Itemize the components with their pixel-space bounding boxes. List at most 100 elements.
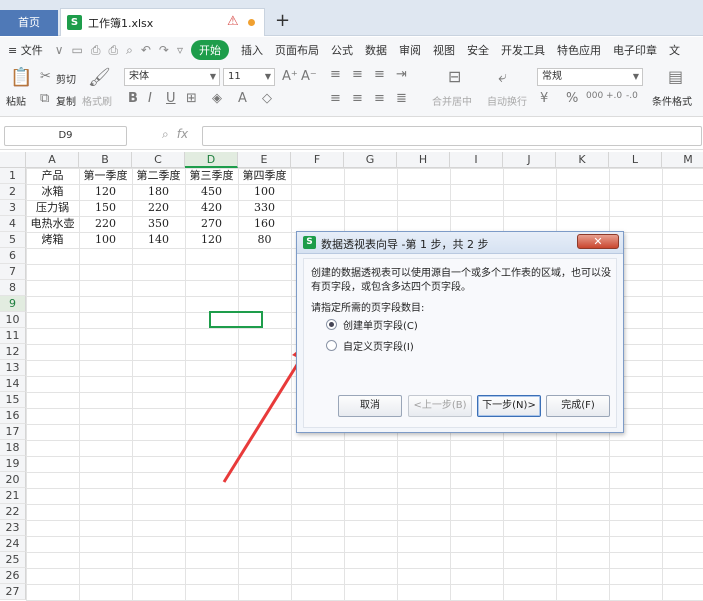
format-painter-icon[interactable]: 🖌 xyxy=(88,67,111,88)
bold-icon[interactable]: B xyxy=(128,91,138,106)
column-header-d[interactable]: D xyxy=(185,152,238,168)
name-box[interactable]: D9 xyxy=(4,126,127,146)
radio-custom-page-field[interactable]: 自定义页字段(I) xyxy=(326,338,414,353)
align-middle-icon[interactable]: ≡ xyxy=(352,67,363,82)
finish-button[interactable]: 完成(F) xyxy=(546,395,610,417)
cancel-button[interactable]: 取消 xyxy=(338,395,402,417)
menu-data[interactable]: 数据 xyxy=(365,42,387,58)
conditional-format-button[interactable]: 条件格式 xyxy=(652,93,692,108)
column-header-m[interactable]: M xyxy=(662,152,703,168)
increase-decimal-icon[interactable]: +.0 xyxy=(606,91,622,101)
merge-center-button[interactable]: 合并居中 xyxy=(432,93,472,108)
row-header-16[interactable]: 16 xyxy=(0,408,26,424)
menu-formulas[interactable]: 公式 xyxy=(331,42,353,58)
formula-input[interactable] xyxy=(202,126,702,146)
column-header-a[interactable]: A xyxy=(26,152,79,168)
align-center-icon[interactable]: ≡ xyxy=(352,91,363,106)
row-header-7[interactable]: 7 xyxy=(0,264,26,280)
column-header-i[interactable]: I xyxy=(450,152,503,168)
row-header-11[interactable]: 11 xyxy=(0,328,26,344)
print-icon[interactable]: ⎙ xyxy=(108,43,118,58)
row-header-13[interactable]: 13 xyxy=(0,360,26,376)
save-icon[interactable]: ▭ xyxy=(72,43,83,57)
active-cell-d9[interactable] xyxy=(209,311,263,328)
radio-selected-icon[interactable] xyxy=(326,319,337,330)
menu-view[interactable]: 视图 xyxy=(433,42,455,58)
dialog-title-bar[interactable]: S 数据透视表向导 -第 1 步，共 2 步 ✕ xyxy=(297,232,623,254)
fill-color-icon[interactable]: ◈ xyxy=(212,91,222,106)
scissors-icon[interactable]: ✂ xyxy=(40,69,51,84)
cell-c3[interactable]: 220 xyxy=(132,200,185,216)
row-header-15[interactable]: 15 xyxy=(0,392,26,408)
italic-icon[interactable]: I xyxy=(148,91,152,106)
select-all-corner[interactable] xyxy=(0,152,26,168)
column-header-g[interactable]: G xyxy=(344,152,397,168)
more-icon[interactable]: ▿ xyxy=(177,43,183,57)
percent-icon[interactable]: % xyxy=(566,91,578,106)
font-size-select[interactable]: 11 ▼ xyxy=(223,68,275,86)
next-button[interactable]: 下一步(N)> xyxy=(477,395,541,417)
cell-e3[interactable]: 330 xyxy=(238,200,291,216)
menu-e-seal[interactable]: 电子印章 xyxy=(613,42,657,58)
cell-d2[interactable]: 450 xyxy=(185,184,238,200)
number-format-select[interactable]: 常规 ▼ xyxy=(537,68,643,86)
wrap-text-button[interactable]: 自动换行 xyxy=(487,93,527,108)
row-header-4[interactable]: 4 xyxy=(0,216,26,232)
undo-icon[interactable]: ↶ xyxy=(141,43,151,57)
merge-icon[interactable]: ⊟ xyxy=(448,67,461,86)
align-top-icon[interactable]: ≡ xyxy=(330,67,341,82)
row-header-19[interactable]: 19 xyxy=(0,456,26,472)
menu-review[interactable]: 审阅 xyxy=(399,42,421,58)
row-header-25[interactable]: 25 xyxy=(0,552,26,568)
cell-b3[interactable]: 150 xyxy=(79,200,132,216)
conditional-format-icon[interactable]: ▤ xyxy=(668,67,683,86)
row-header-20[interactable]: 20 xyxy=(0,472,26,488)
row-header-2[interactable]: 2 xyxy=(0,184,26,200)
wrap-text-icon[interactable]: ⤶ xyxy=(498,67,507,87)
zoom-icon[interactable]: ⌕ xyxy=(162,127,169,141)
underline-icon[interactable]: U xyxy=(166,91,176,106)
close-button[interactable]: ✕ xyxy=(577,234,619,249)
back-button[interactable]: <上一步(B) xyxy=(408,395,472,417)
column-header-h[interactable]: H xyxy=(397,152,450,168)
cell-b1[interactable]: 第一季度 xyxy=(79,168,132,184)
menu-security[interactable]: 安全 xyxy=(467,42,489,58)
menu-file[interactable]: ≡ 文件 xyxy=(8,42,43,58)
column-header-l[interactable]: L xyxy=(609,152,662,168)
column-header-c[interactable]: C xyxy=(132,152,185,168)
copy-icon[interactable]: ⧉ xyxy=(40,91,49,106)
menu-developer[interactable]: 开发工具 xyxy=(501,42,545,58)
radio-single-page-field[interactable]: 创建单页字段(C) xyxy=(326,317,418,332)
cell-b2[interactable]: 120 xyxy=(79,184,132,200)
row-header-17[interactable]: 17 xyxy=(0,424,26,440)
column-header-e[interactable]: E xyxy=(238,152,291,168)
row-header-24[interactable]: 24 xyxy=(0,536,26,552)
align-bottom-icon[interactable]: ≡ xyxy=(374,67,385,82)
copy-button[interactable]: 复制 xyxy=(56,93,76,108)
row-header-3[interactable]: 3 xyxy=(0,200,26,216)
row-header-12[interactable]: 12 xyxy=(0,344,26,360)
paste-button[interactable]: 粘贴 xyxy=(6,93,26,108)
row-header-18[interactable]: 18 xyxy=(0,440,26,456)
increase-font-icon[interactable]: A⁺ xyxy=(282,69,298,84)
preview-icon[interactable]: ⌕ xyxy=(126,43,133,58)
tab-home[interactable]: 首页 xyxy=(0,10,58,36)
justify-icon[interactable]: ≣ xyxy=(396,91,407,106)
cell-a5[interactable]: 烤箱 xyxy=(26,232,79,248)
fx-icon[interactable]: ⌕ fx xyxy=(162,127,188,142)
indent-icon[interactable]: ⇥ xyxy=(396,67,407,82)
chevron-down-icon[interactable]: ∨ xyxy=(55,43,64,57)
cell-d1[interactable]: 第三季度 xyxy=(185,168,238,184)
menu-features[interactable]: 特色应用 xyxy=(557,42,601,58)
cell-c1[interactable]: 第二季度 xyxy=(132,168,185,184)
column-header-k[interactable]: K xyxy=(556,152,609,168)
row-header-21[interactable]: 21 xyxy=(0,488,26,504)
paste-icon[interactable]: 📋 xyxy=(10,67,32,88)
row-header-27[interactable]: 27 xyxy=(0,584,26,600)
decrease-font-icon[interactable]: A⁻ xyxy=(301,69,317,84)
cell-c2[interactable]: 180 xyxy=(132,184,185,200)
cell-a3[interactable]: 压力锅 xyxy=(26,200,79,216)
align-left-icon[interactable]: ≡ xyxy=(330,91,341,106)
cell-b4[interactable]: 220 xyxy=(79,216,132,232)
row-header-10[interactable]: 10 xyxy=(0,312,26,328)
